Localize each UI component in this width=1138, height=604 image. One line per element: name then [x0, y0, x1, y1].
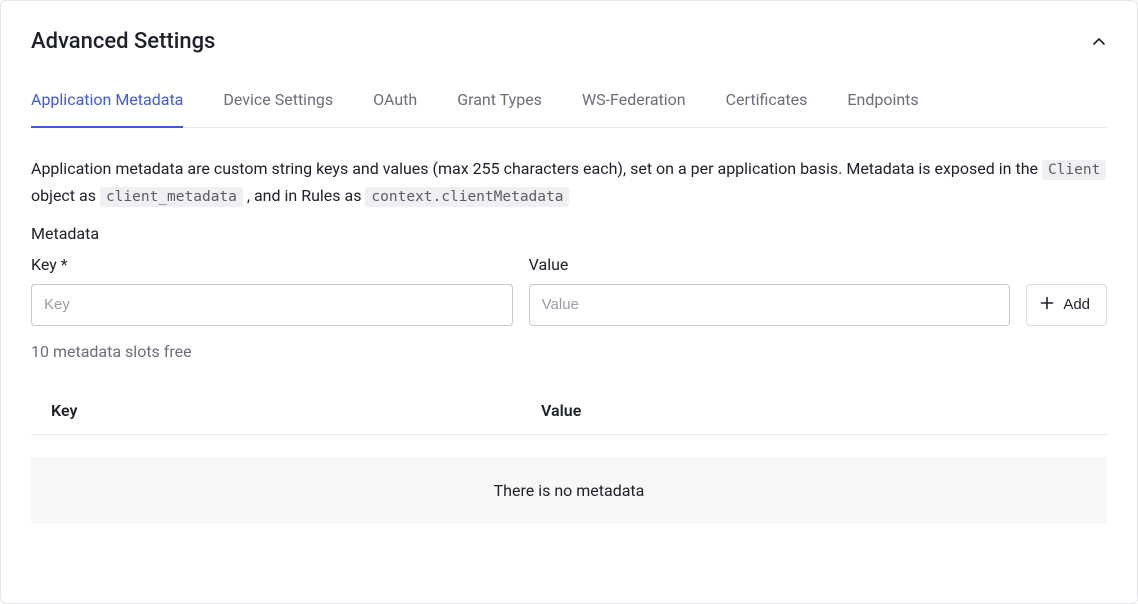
key-column: Key * [31, 255, 513, 326]
value-input[interactable] [529, 284, 1011, 326]
table-header-value: Value [541, 401, 1087, 420]
metadata-form-row: Key * Value Add [31, 255, 1107, 326]
metadata-empty-state: There is no metadata [31, 457, 1107, 524]
plus-icon [1039, 295, 1055, 315]
tab-ws-federation[interactable]: WS-Federation [582, 90, 686, 127]
metadata-table-header: Key Value [31, 401, 1107, 435]
code-context-client-metadata: context.clientMetadata [365, 187, 569, 207]
code-client-metadata: client_metadata [100, 187, 243, 207]
tab-application-metadata[interactable]: Application Metadata [31, 90, 183, 127]
description-text-1: Application metadata are custom string k… [31, 159, 1042, 178]
chevron-up-icon[interactable] [1091, 34, 1107, 50]
key-field-label: Key * [31, 255, 513, 274]
tab-bar: Application Metadata Device Settings OAu… [31, 90, 1107, 128]
slots-free-hint: 10 metadata slots free [31, 342, 1107, 361]
value-column: Value [529, 255, 1011, 326]
tab-oauth[interactable]: OAuth [373, 90, 417, 127]
description-text-2: object as [31, 186, 100, 205]
description-text-3: , and in Rules as [247, 186, 366, 205]
key-input[interactable] [31, 284, 513, 326]
tab-grant-types[interactable]: Grant Types [457, 90, 542, 127]
add-button-label: Add [1063, 296, 1090, 313]
panel-title: Advanced Settings [31, 29, 215, 54]
metadata-description: Application metadata are custom string k… [31, 156, 1107, 210]
table-header-key: Key [51, 401, 541, 420]
tab-device-settings[interactable]: Device Settings [223, 90, 333, 127]
code-client: Client [1042, 160, 1106, 180]
value-field-label: Value [529, 255, 1011, 274]
tab-certificates[interactable]: Certificates [726, 90, 808, 127]
metadata-section-label: Metadata [31, 224, 1107, 243]
advanced-settings-panel: Advanced Settings Application Metadata D… [0, 0, 1138, 604]
tab-endpoints[interactable]: Endpoints [847, 90, 918, 127]
panel-header: Advanced Settings [31, 29, 1107, 54]
add-button[interactable]: Add [1026, 284, 1107, 326]
